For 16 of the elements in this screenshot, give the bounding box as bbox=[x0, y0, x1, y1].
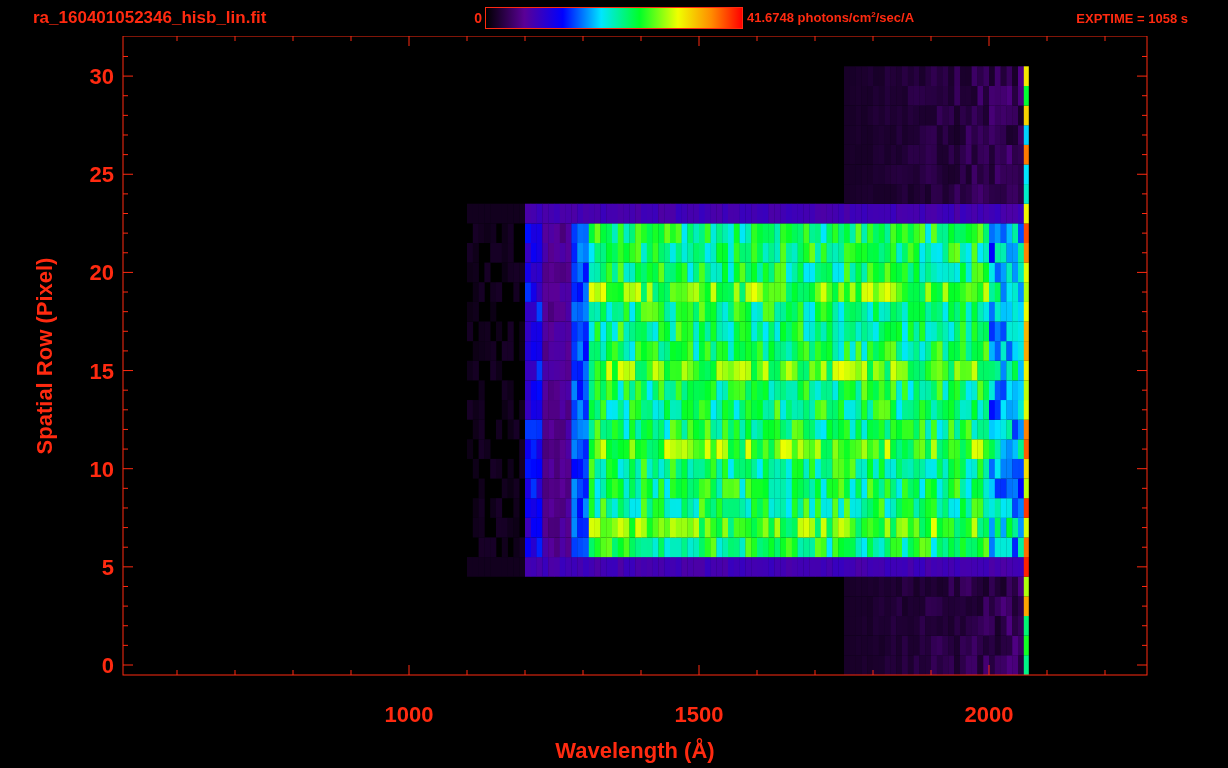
colorbar-min-label: 0 bbox=[473, 10, 482, 26]
x-tick-label: 1500 bbox=[674, 702, 724, 727]
y-axis-label: Spatial Row (Pixel) bbox=[32, 257, 57, 455]
y-tick-label: 30 bbox=[89, 64, 114, 90]
x-tick-label: 2000 bbox=[964, 702, 1014, 727]
exposure-time: EXPTIME = 1058 s bbox=[1076, 10, 1188, 26]
colorbar-max-label: 41.6748 photons/cm$^{2}$/sec/A bbox=[747, 10, 915, 26]
y-tick-label: 15 bbox=[89, 358, 114, 384]
y-tick-label: 20 bbox=[89, 260, 114, 286]
y-tick-label: 5 bbox=[101, 554, 114, 580]
x-tick-label: 1000 bbox=[384, 702, 434, 727]
y-tick-label: 10 bbox=[89, 456, 114, 482]
y-tick-label: 25 bbox=[89, 162, 114, 188]
y-tick-label: 0 bbox=[101, 653, 114, 678]
file-name: ra_160401052346_hisb_lin.fit bbox=[33, 8, 268, 28]
x-axis-label: Wavelength (Å) bbox=[555, 738, 715, 763]
